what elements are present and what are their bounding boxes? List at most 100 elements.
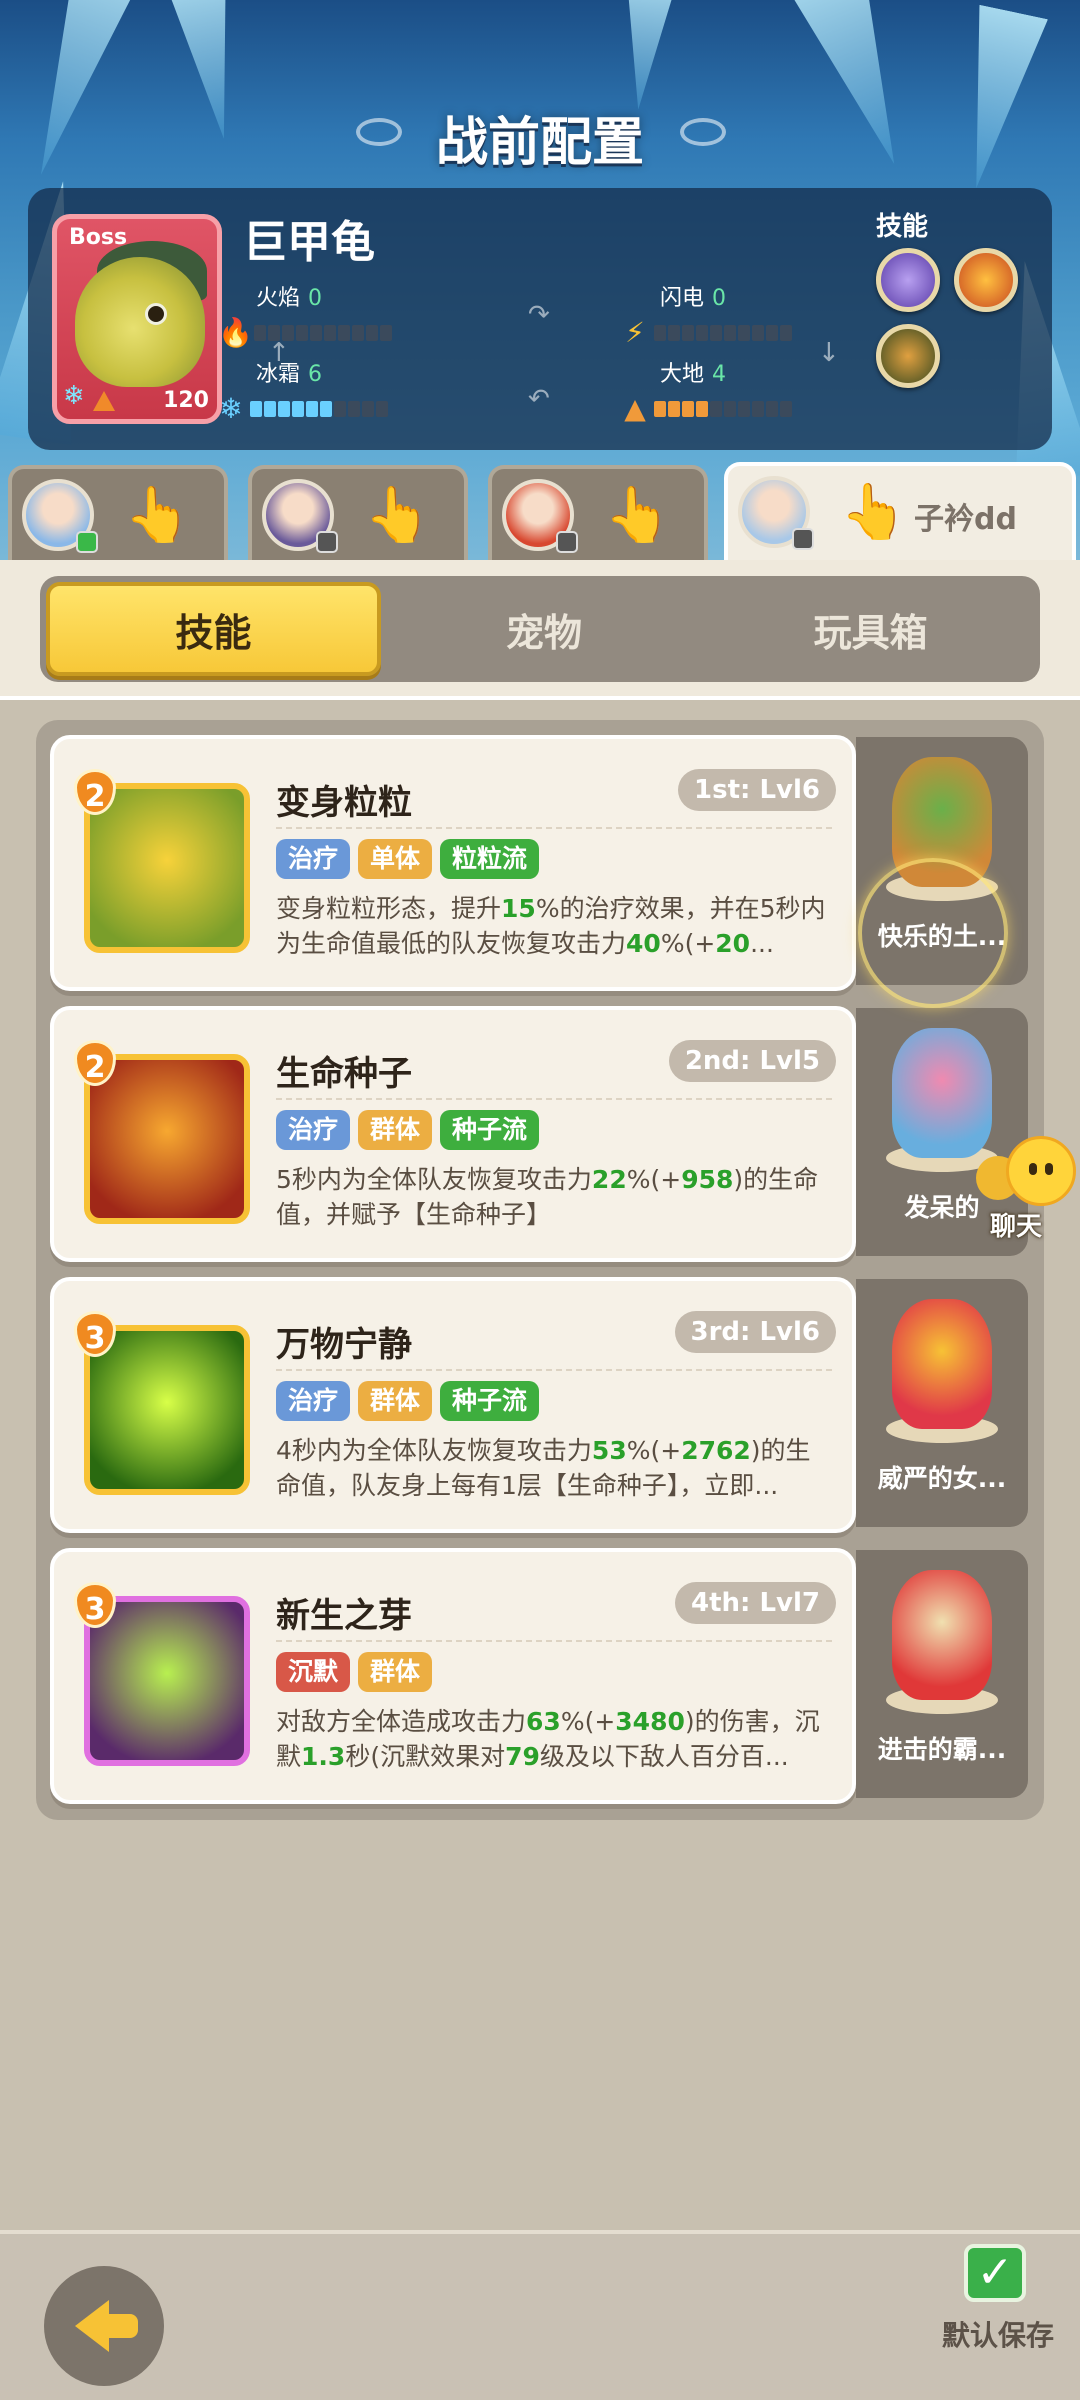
skill-level-badge: 1st: Lvl6 (678, 769, 836, 811)
boss-tag: Boss (69, 225, 128, 250)
segment-control: 技能 宠物 玩具箱 (40, 576, 1040, 682)
skill-icon[interactable] (84, 1325, 250, 1495)
stat-bar-segment (348, 401, 360, 417)
stat-bar-segment (710, 325, 722, 341)
skill-tag: 治疗 (276, 1110, 351, 1150)
skill-icon[interactable] (84, 1054, 250, 1224)
stat-bar-segment (654, 401, 666, 417)
skill-description-number: 40 (626, 929, 661, 958)
skill-description-text: %(+ (660, 929, 716, 958)
skill-tag: 沉默 (276, 1652, 351, 1692)
stat-bar-segment (292, 401, 304, 417)
stat-lightning-bar (654, 325, 792, 341)
pet-figure (892, 1570, 992, 1700)
back-arrow-shaft (102, 2314, 138, 2338)
boss-level: 120 (163, 388, 209, 413)
stat-bar-segment (766, 325, 778, 341)
stat-bar-segment (696, 401, 708, 417)
skill-tag: 治疗 (276, 1381, 351, 1421)
stat-bar-segment (738, 401, 750, 417)
skill-description-text: %(+ (560, 1707, 616, 1736)
earth-element-icon (93, 391, 115, 411)
skill-description-number: 1.3 (301, 1742, 346, 1771)
skill-tag: 群体 (358, 1381, 433, 1421)
tap-hand-icon: 👆 (124, 483, 192, 546)
skill-description-number: 2762 (681, 1436, 751, 1465)
skill-description-number: 22 (591, 1165, 627, 1194)
tab-skill[interactable]: 技能 (46, 582, 381, 676)
page-title: 战前配置 (435, 113, 644, 173)
tab-toybox[interactable]: 玩具箱 (707, 582, 1034, 676)
boss-skills-label: 技能 (876, 212, 929, 242)
stat-bar-segment (310, 325, 322, 341)
stat-bar-segment (278, 401, 290, 417)
boss-portrait-card[interactable]: Boss ❄ 120 (52, 214, 222, 424)
skill-tag: 种子流 (440, 1381, 540, 1421)
skill-card[interactable]: 2 变身粒粒 1st: Lvl6 治疗 单体 粒粒流 变身粒粒形态，提升15%的治疗效果，并… (50, 735, 856, 991)
chat-badge-icon (556, 531, 578, 553)
stat-bar-segment (324, 325, 336, 341)
stat-bar-segment (352, 325, 364, 341)
skill-description-number: 79 (505, 1742, 540, 1771)
skill-description-number: 20 (715, 929, 751, 958)
skill-tag: 群体 (358, 1652, 433, 1692)
skill-card[interactable]: 3 万物宁静 3rd: Lvl6 治疗 群体 种子流 4秒内为全体队友恢复攻击力53%(+2… (50, 1277, 856, 1533)
skill-description-text: 对敌方全体造成攻击力 (276, 1707, 527, 1736)
tap-hand-icon: 👆 (840, 480, 908, 543)
pet-figure (892, 1299, 992, 1429)
pet-name: 进击的霸... (877, 1735, 1007, 1764)
hero-tab-3[interactable]: 👆 (488, 465, 708, 560)
sparkle-ring-effect (858, 858, 1008, 1008)
skill-level-badge: 4th: Lvl7 (675, 1582, 836, 1624)
cycle-arrow-icon: ↓ (818, 338, 840, 368)
boss-name: 巨甲龟 (243, 217, 375, 268)
hero-tab-1[interactable]: 👆 (8, 465, 228, 560)
fire-crown-icon[interactable] (954, 248, 1018, 312)
shadow-beast-icon[interactable] (876, 324, 940, 388)
back-button[interactable] (44, 2266, 164, 2386)
skill-description-text: 秒(沉默效果对 (345, 1742, 506, 1771)
snowflake-icon: ❄ (219, 392, 243, 425)
stat-earth: 大地 4 ▲ (622, 356, 792, 424)
frost-element-icon: ❄ (63, 381, 85, 411)
stat-frost-value: 6 (308, 362, 323, 387)
skill-description-text: 变身粒粒形态，提升 (276, 894, 502, 923)
pet-slot[interactable]: 进击的霸... (856, 1550, 1028, 1798)
stat-bar-segment (334, 401, 346, 417)
divider (276, 1640, 832, 1642)
skill-icon[interactable] (84, 783, 250, 953)
stat-bar-segment (780, 401, 792, 417)
stat-fire-label: 火焰 (256, 286, 301, 311)
stat-bar-segment (668, 401, 680, 417)
skill-tag: 单体 (358, 839, 433, 879)
lightning-swirl-icon[interactable] (876, 248, 940, 312)
skill-card[interactable]: 2 生命种子 2nd: Lvl5 治疗 群体 种子流 5秒内为全体队友恢复攻击力22%(+9… (50, 1006, 856, 1262)
stat-bar-segment (682, 325, 694, 341)
stat-earth-value: 4 (712, 362, 727, 387)
stat-bar-segment (380, 325, 392, 341)
skill-name: 万物宁静 (276, 1325, 412, 1365)
bottom-bar: ✓ 默认保存 (0, 2230, 1080, 2400)
hero-tab-4[interactable]: 👆 子衿dd (724, 462, 1076, 562)
pet-name: 威严的女... (877, 1464, 1007, 1493)
chat-label: 聊天 (990, 1212, 1043, 1242)
skill-icon[interactable] (84, 1596, 250, 1766)
skill-name: 变身粒粒 (276, 783, 412, 823)
default-save-button[interactable]: ✓ 默认保存 (934, 2234, 1062, 2384)
skill-tags: 治疗 单体 粒粒流 (276, 839, 540, 879)
skill-name: 新生之芽 (276, 1596, 412, 1636)
save-label: 默认保存 (941, 2319, 1054, 2352)
chat-button[interactable]: 聊天 (976, 1130, 1080, 1242)
tab-pet[interactable]: 宠物 (381, 582, 708, 676)
pet-slot[interactable]: 威严的女... (856, 1279, 1028, 1527)
skill-tags: 沉默 群体 (276, 1652, 433, 1692)
hero-tab-2[interactable]: 👆 (248, 465, 468, 560)
skill-description: 对敌方全体造成攻击力63%(+3480)的伤害，沉默1.3秒(沉默效果对79级及… (276, 1704, 834, 1802)
crystal-decoration (613, 0, 676, 112)
stat-bar-segment (264, 401, 276, 417)
skill-card[interactable]: 3 新生之芽 4th: Lvl7 沉默 群体 对敌方全体造成攻击力63%(+3480)的伤… (50, 1548, 856, 1804)
chat-badge-icon (792, 528, 814, 550)
stat-bar-segment (296, 325, 308, 341)
stat-bar-segment (766, 401, 778, 417)
stat-lightning: 闪电 0 ⚡ (622, 280, 792, 348)
